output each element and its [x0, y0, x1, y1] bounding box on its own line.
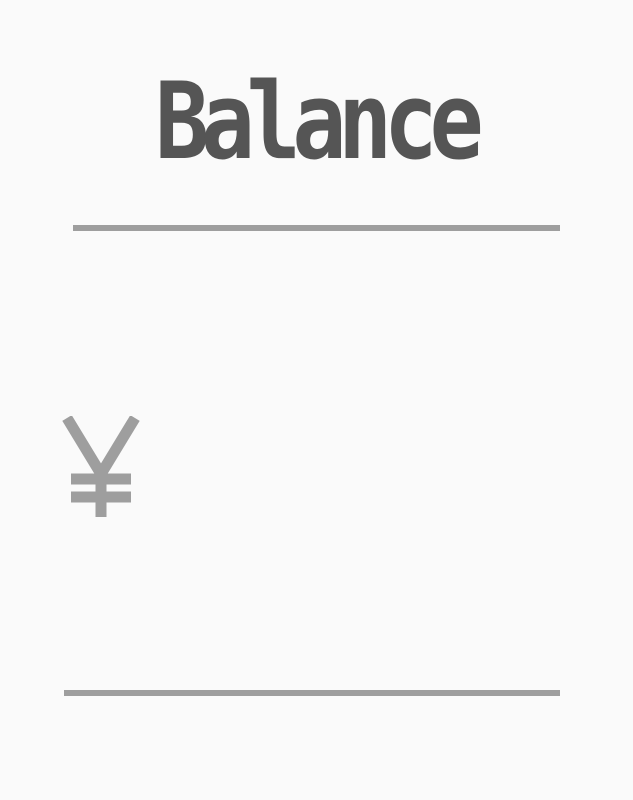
- bottom-divider: [64, 690, 560, 696]
- top-divider: [73, 225, 560, 231]
- yen-icon: [62, 416, 140, 517]
- page-title: Balance: [155, 60, 484, 183]
